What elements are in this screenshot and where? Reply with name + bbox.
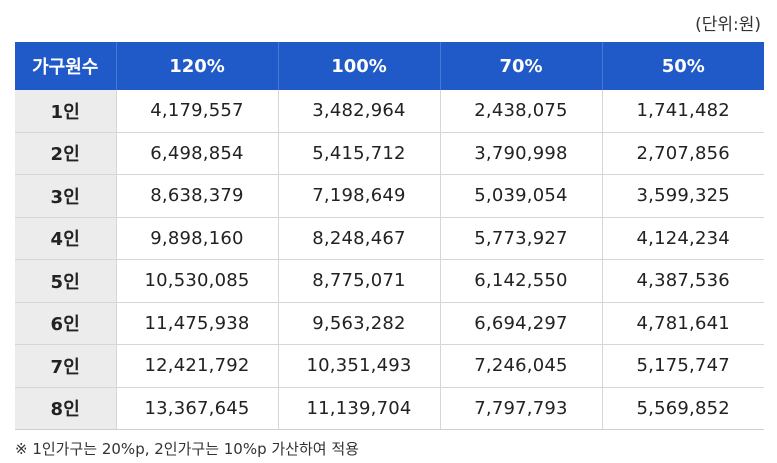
column-header-70: 70% <box>440 42 603 90</box>
table-cell: 5,039,054 <box>440 174 603 218</box>
table-cell: 5,569,852 <box>602 387 764 430</box>
table-cell: 8,638,379 <box>116 174 279 218</box>
table-cell: 4,124,234 <box>602 217 764 260</box>
row-header: 6인 <box>15 302 117 345</box>
column-header-household-size: 가구원수 <box>15 42 117 90</box>
table-cell: 6,694,297 <box>440 302 603 345</box>
unit-label: (단위:원) <box>695 15 761 35</box>
table-cell: 11,139,704 <box>278 387 441 430</box>
footnote: ※ 1인가구는 20%p, 2인가구는 10%p 가산하여 적용 <box>15 440 359 458</box>
table-header-row: 가구원수 120% 100% 70% 50% <box>15 42 764 90</box>
table-row: 1인 4,179,557 3,482,964 2,438,075 1,741,4… <box>15 90 764 133</box>
row-header: 4인 <box>15 217 117 260</box>
column-header-100: 100% <box>278 42 441 90</box>
table-cell: 3,790,998 <box>440 132 603 175</box>
table-cell: 2,438,075 <box>440 90 603 133</box>
table-cell: 7,198,649 <box>278 174 441 218</box>
table-row: 4인 9,898,160 8,248,467 5,773,927 4,124,2… <box>15 217 764 260</box>
table-cell: 3,482,964 <box>278 90 441 133</box>
row-header: 5인 <box>15 259 117 303</box>
table-cell: 9,563,282 <box>278 302 441 345</box>
table-cell: 12,421,792 <box>116 344 279 388</box>
table-cell: 10,351,493 <box>278 344 441 388</box>
column-header-50: 50% <box>602 42 764 90</box>
table-cell: 1,741,482 <box>602 90 764 133</box>
table-cell: 7,246,045 <box>440 344 603 388</box>
row-header: 1인 <box>15 90 117 133</box>
table-cell: 5,415,712 <box>278 132 441 175</box>
table-cell: 5,175,747 <box>602 344 764 388</box>
income-table: 가구원수 120% 100% 70% 50% 1인 4,179,557 3,48… <box>15 42 764 430</box>
table-row: 5인 10,530,085 8,775,071 6,142,550 4,387,… <box>15 259 764 303</box>
table-cell: 11,475,938 <box>116 302 279 345</box>
table-cell: 9,898,160 <box>116 217 279 260</box>
table-cell: 10,530,085 <box>116 259 279 303</box>
table-cell: 8,775,071 <box>278 259 441 303</box>
row-header: 7인 <box>15 344 117 388</box>
table-cell: 4,179,557 <box>116 90 279 133</box>
row-header: 2인 <box>15 132 117 175</box>
table-row: 2인 6,498,854 5,415,712 3,790,998 2,707,8… <box>15 132 764 175</box>
table-cell: 8,248,467 <box>278 217 441 260</box>
table-row: 7인 12,421,792 10,351,493 7,246,045 5,175… <box>15 344 764 388</box>
table-row: 8인 13,367,645 11,139,704 7,797,793 5,569… <box>15 387 764 430</box>
table-row: 3인 8,638,379 7,198,649 5,039,054 3,599,3… <box>15 174 764 218</box>
table-cell: 5,773,927 <box>440 217 603 260</box>
table-cell: 6,498,854 <box>116 132 279 175</box>
table-cell: 13,367,645 <box>116 387 279 430</box>
table-cell: 7,797,793 <box>440 387 603 430</box>
table-cell: 3,599,325 <box>602 174 764 218</box>
column-header-120: 120% <box>116 42 279 90</box>
table-cell: 6,142,550 <box>440 259 603 303</box>
table-row: 6인 11,475,938 9,563,282 6,694,297 4,781,… <box>15 302 764 345</box>
table-cell: 4,781,641 <box>602 302 764 345</box>
table-cell: 4,387,536 <box>602 259 764 303</box>
table-cell: 2,707,856 <box>602 132 764 175</box>
row-header: 8인 <box>15 387 117 430</box>
row-header: 3인 <box>15 174 117 218</box>
